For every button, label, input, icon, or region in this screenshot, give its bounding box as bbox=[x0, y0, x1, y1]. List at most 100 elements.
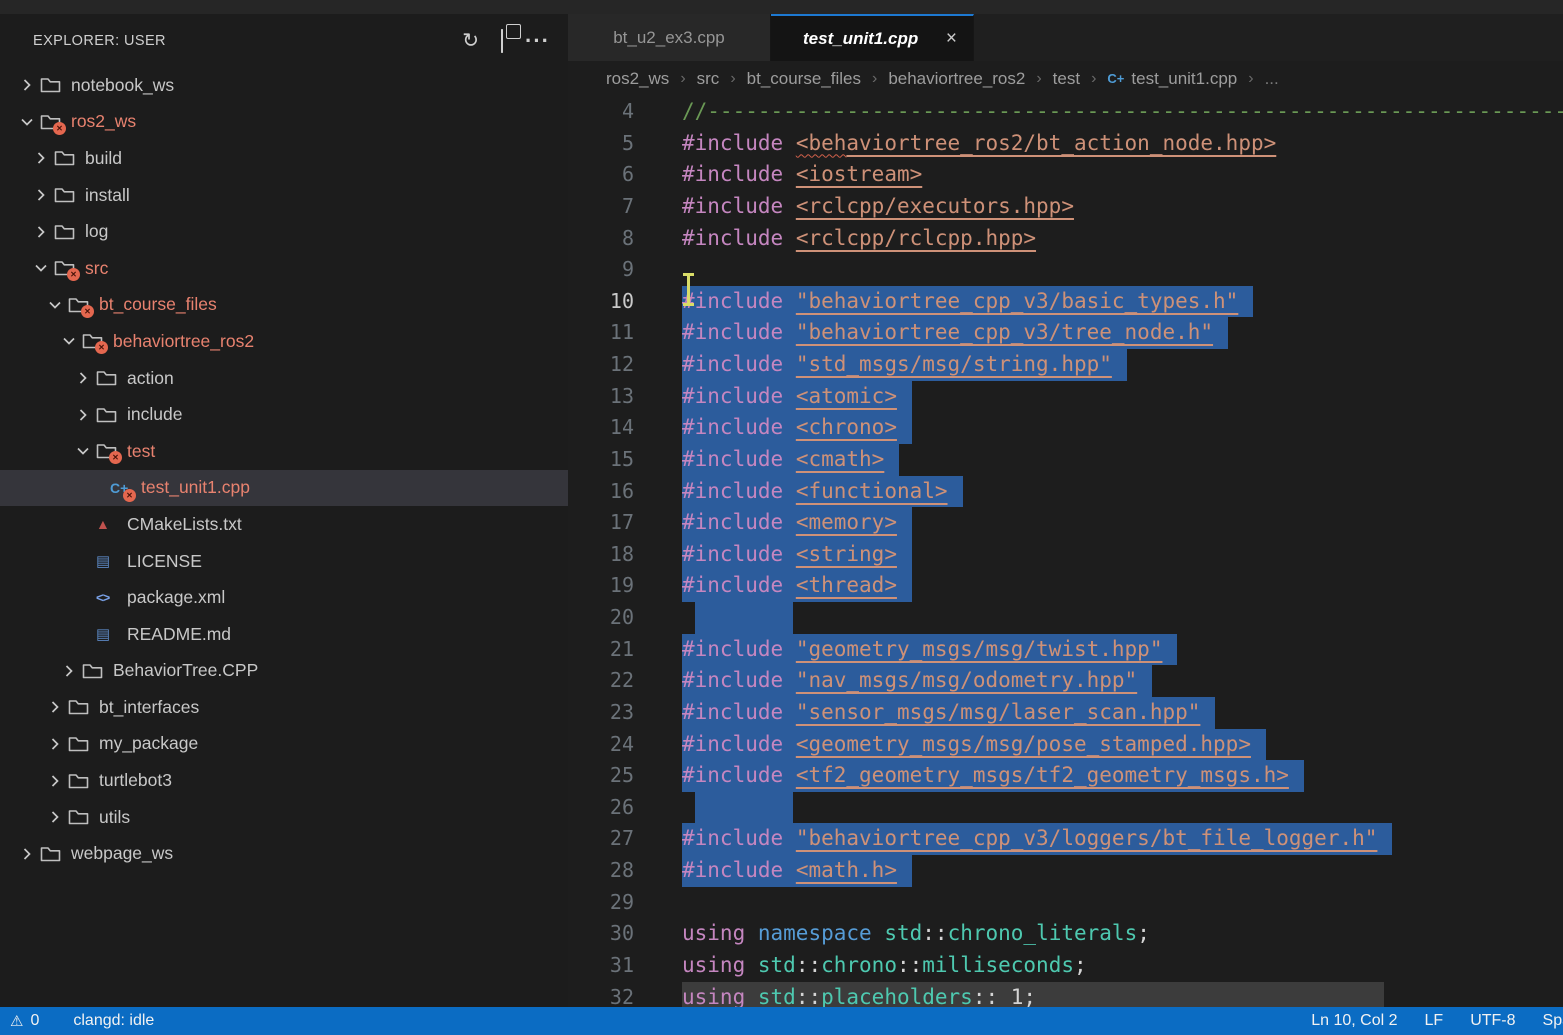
code-line-16[interactable]: 16#include <functional> bbox=[568, 476, 1563, 508]
folder-icon: ✕ bbox=[82, 332, 111, 350]
code-line-7[interactable]: 7#include <rclcpp/executors.hpp> bbox=[568, 191, 1563, 223]
chevron-right-icon[interactable] bbox=[28, 150, 54, 166]
chevron-down-icon[interactable] bbox=[56, 333, 82, 349]
code-line-5[interactable]: 5#include <behaviortree_ros2/bt_action_n… bbox=[568, 128, 1563, 160]
code-line-text: //--------------------------------------… bbox=[682, 96, 1563, 128]
chevron-down-icon[interactable] bbox=[14, 114, 40, 130]
error-badge: ✕ bbox=[123, 489, 136, 502]
tree-item-utils[interactable]: utils bbox=[0, 799, 568, 836]
folder-icon bbox=[54, 223, 83, 241]
tree-item-behaviortree-ros2[interactable]: ✕behaviortree_ros2 bbox=[0, 323, 568, 360]
chevron-right-icon[interactable] bbox=[42, 773, 68, 789]
tree-item-action[interactable]: action bbox=[0, 360, 568, 397]
tree-item-license[interactable]: ▤LICENSE bbox=[0, 543, 568, 580]
code-line-29[interactable]: 29 bbox=[568, 887, 1563, 919]
breadcrumb-item-src[interactable]: src bbox=[697, 69, 720, 89]
close-tab-icon[interactable]: × bbox=[936, 28, 957, 50]
more-actions-icon[interactable]: ··· bbox=[525, 30, 550, 52]
tree-item-include[interactable]: include bbox=[0, 396, 568, 433]
tree-item-turtlebot3[interactable]: turtlebot3 bbox=[0, 762, 568, 799]
chevron-right-icon[interactable] bbox=[28, 187, 54, 203]
tree-item-bt-interfaces[interactable]: bt_interfaces bbox=[0, 689, 568, 726]
code-line-6[interactable]: 6#include <iostream> bbox=[568, 159, 1563, 191]
tree-item-my-package[interactable]: my_package bbox=[0, 726, 568, 763]
code-line-32[interactable]: 32using std::placeholders::_1; bbox=[568, 982, 1563, 1008]
code-line-22[interactable]: 22#include "nav_msgs/msg/odometry.hpp" bbox=[568, 665, 1563, 697]
tree-item-bt-course-files[interactable]: ✕bt_course_files bbox=[0, 287, 568, 324]
refresh-explorer-icon[interactable]: ↻ bbox=[462, 31, 479, 51]
tree-item-behaviortree-cpp[interactable]: BehaviorTree.CPP bbox=[0, 653, 568, 690]
breadcrumb-separator-icon: › bbox=[872, 70, 877, 88]
tree-item-label: install bbox=[83, 185, 130, 206]
code-line-9[interactable]: 9 bbox=[568, 254, 1563, 286]
code-line-14[interactable]: 14#include <chrono> bbox=[568, 412, 1563, 444]
chevron-right-icon[interactable] bbox=[42, 699, 68, 715]
tree-item-test-unit1-cpp[interactable]: C+✕test_unit1.cpp bbox=[0, 470, 568, 507]
status-lf[interactable]: LF bbox=[1425, 1012, 1444, 1030]
code-line-15[interactable]: 15#include <cmath> bbox=[568, 444, 1563, 476]
chevron-right-icon[interactable] bbox=[56, 663, 82, 679]
code-line-11[interactable]: 11#include "behaviortree_cpp_v3/tree_nod… bbox=[568, 317, 1563, 349]
breadcrumb-item-bt-course-files[interactable]: bt_course_files bbox=[747, 69, 861, 89]
status-utf-8[interactable]: UTF-8 bbox=[1470, 1012, 1515, 1030]
code-line-19[interactable]: 19#include <thread> bbox=[568, 570, 1563, 602]
tree-item-build[interactable]: build bbox=[0, 140, 568, 177]
code-line-25[interactable]: 25#include <tf2_geometry_msgs/tf2_geomet… bbox=[568, 760, 1563, 792]
code-line-27[interactable]: 27#include "behaviortree_cpp_v3/loggers/… bbox=[568, 823, 1563, 855]
code-line-28[interactable]: 28#include <math.h> bbox=[568, 855, 1563, 887]
text-cursor-ibeam bbox=[687, 273, 690, 306]
breadcrumb-item-ros2-ws[interactable]: ros2_ws bbox=[606, 69, 669, 89]
code-editor[interactable]: 4//-------------------------------------… bbox=[568, 96, 1563, 1007]
tree-item-readme-md[interactable]: ▤README.md bbox=[0, 616, 568, 653]
chevron-right-icon[interactable] bbox=[70, 407, 96, 423]
chevron-right-icon[interactable] bbox=[14, 77, 40, 93]
breadcrumb-item-behaviortree-ros2[interactable]: behaviortree_ros2 bbox=[888, 69, 1025, 89]
collapse-folders-icon[interactable] bbox=[501, 31, 503, 51]
problems-indicator[interactable]: ⚠ 0 bbox=[10, 1012, 39, 1030]
tree-item-ros2-ws[interactable]: ✕ros2_ws bbox=[0, 104, 568, 141]
tree-item-webpage-ws[interactable]: webpage_ws bbox=[0, 835, 568, 872]
tab-test_unit1-active[interactable]: test_unit1.cpp × bbox=[771, 14, 974, 61]
folder-icon: ✕ bbox=[54, 259, 83, 277]
code-line-8[interactable]: 8#include <rclcpp/rclcpp.hpp> bbox=[568, 223, 1563, 255]
chevron-right-icon[interactable] bbox=[42, 736, 68, 752]
tree-item-package-xml[interactable]: <>package.xml bbox=[0, 579, 568, 616]
code-line-17[interactable]: 17#include <memory> bbox=[568, 507, 1563, 539]
chevron-right-icon[interactable] bbox=[70, 370, 96, 386]
code-line-20[interactable]: 20 bbox=[568, 602, 1563, 634]
tree-item-log[interactable]: log bbox=[0, 213, 568, 250]
tree-item-test[interactable]: ✕test bbox=[0, 433, 568, 470]
code-line-30[interactable]: 30using namespace std::chrono_literals; bbox=[568, 918, 1563, 950]
breadcrumb-item--[interactable]: ... bbox=[1265, 69, 1279, 89]
clangd-status[interactable]: clangd: idle bbox=[73, 1012, 154, 1030]
code-line-26[interactable]: 26 bbox=[568, 792, 1563, 824]
code-line-24[interactable]: 24#include <geometry_msgs/msg/pose_stamp… bbox=[568, 729, 1563, 761]
status-spac[interactable]: Spac bbox=[1543, 1012, 1563, 1030]
tree-item-cmakelists-txt[interactable]: ▲CMakeLists.txt bbox=[0, 506, 568, 543]
chevron-right-icon[interactable] bbox=[14, 846, 40, 862]
status-ln-10-col-2[interactable]: Ln 10, Col 2 bbox=[1311, 1012, 1397, 1030]
line-number: 29 bbox=[568, 887, 634, 919]
code-line-18[interactable]: 18#include <string> bbox=[568, 539, 1563, 571]
code-line-31[interactable]: 31using std::chrono::milliseconds; bbox=[568, 950, 1563, 982]
code-line-12[interactable]: 12#include "std_msgs/msg/string.hpp" bbox=[568, 349, 1563, 381]
tab-bt_u2_ex3[interactable]: bt_u2_ex3.cpp bbox=[568, 14, 771, 61]
tree-item-src[interactable]: ✕src bbox=[0, 250, 568, 287]
line-number: 21 bbox=[568, 634, 634, 666]
code-line-10[interactable]: 10#include "behaviortree_cpp_v3/basic_ty… bbox=[568, 286, 1563, 318]
breadcrumb-item-test-unit1-cpp[interactable]: test_unit1.cpp bbox=[1131, 69, 1237, 89]
tree-item-notebook-ws[interactable]: notebook_ws bbox=[0, 67, 568, 104]
code-line-21[interactable]: 21#include "geometry_msgs/msg/twist.hpp" bbox=[568, 634, 1563, 666]
explorer-title: EXPLORER: USER bbox=[33, 33, 462, 49]
chevron-down-icon[interactable] bbox=[28, 260, 54, 276]
code-line-23[interactable]: 23#include "sensor_msgs/msg/laser_scan.h… bbox=[568, 697, 1563, 729]
chevron-down-icon[interactable] bbox=[42, 297, 68, 313]
breadcrumb-item-test[interactable]: test bbox=[1053, 69, 1080, 89]
chevron-right-icon[interactable] bbox=[28, 224, 54, 240]
chevron-down-icon[interactable] bbox=[70, 443, 96, 459]
breadcrumb-separator-icon: › bbox=[680, 70, 685, 88]
chevron-right-icon[interactable] bbox=[42, 809, 68, 825]
tree-item-install[interactable]: install bbox=[0, 177, 568, 214]
code-line-4[interactable]: 4//-------------------------------------… bbox=[568, 96, 1563, 128]
code-line-13[interactable]: 13#include <atomic> bbox=[568, 381, 1563, 413]
